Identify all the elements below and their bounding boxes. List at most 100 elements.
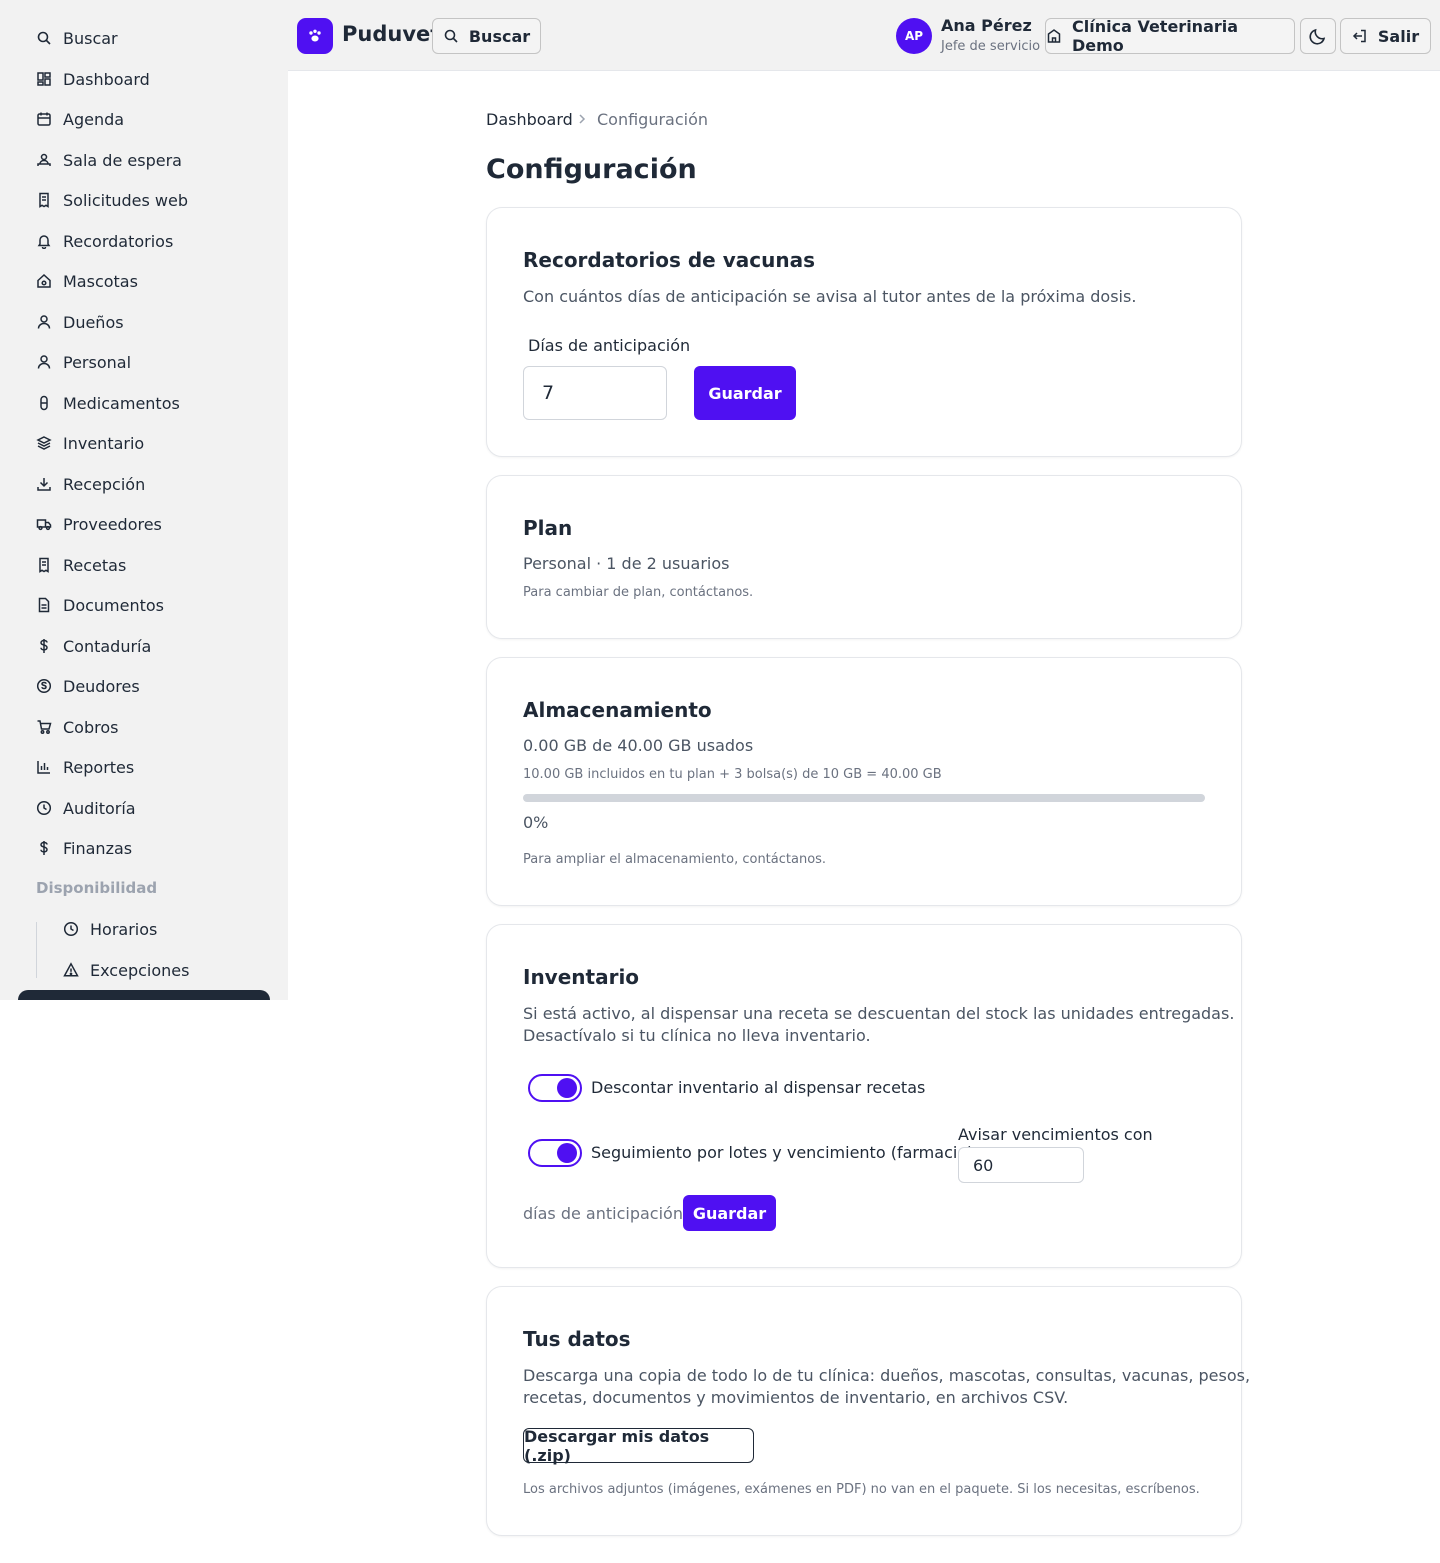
calendar-icon bbox=[37, 112, 51, 126]
sidebar-item-finanzas[interactable]: Finanzas bbox=[36, 834, 132, 862]
dashboard-icon bbox=[37, 72, 51, 86]
sidebar-item-dashboard[interactable]: Dashboard bbox=[36, 65, 150, 93]
sidebar-item-label: Reportes bbox=[63, 757, 135, 777]
sidebar-item-horarios[interactable]: Horarios bbox=[63, 915, 157, 943]
expiry-days-input[interactable]: 60 bbox=[958, 1147, 1084, 1183]
sidebar-item-label: Solicitudes web bbox=[63, 190, 188, 210]
clinic-name: Clínica Veterinaria Demo bbox=[1072, 17, 1239, 55]
sidebar-item-contaduria[interactable]: Contaduría bbox=[36, 632, 151, 660]
document-icon bbox=[38, 597, 50, 613]
storage-card: Almacenamiento 0.00 GB de 40.00 GB usado… bbox=[486, 657, 1242, 906]
sidebar-item-buscar[interactable]: Buscar bbox=[36, 24, 118, 52]
sidebar: Buscar Dashboard Agenda Sala de espera S… bbox=[0, 0, 288, 1000]
sidebar-item-duenos[interactable]: Dueños bbox=[36, 308, 124, 336]
storage-note: Para ampliar el almacenamiento, contácta… bbox=[523, 852, 827, 867]
plan-summary: Personal · 1 de 2 usuarios bbox=[523, 554, 730, 573]
sidebar-item-label: Cobros bbox=[63, 717, 119, 737]
export-note: Los archivos adjuntos (imágenes, exámene… bbox=[523, 1482, 1200, 1497]
sidebar-item-label: Agenda bbox=[63, 109, 125, 129]
save-button[interactable]: Guardar bbox=[694, 366, 796, 420]
sidebar-item-label: Mascotas bbox=[63, 271, 138, 291]
paw-house-icon bbox=[37, 273, 51, 288]
sidebar-item-label: Recepción bbox=[63, 474, 146, 494]
toggle-discount-inventory[interactable] bbox=[528, 1074, 582, 1102]
sidebar-item-documentos[interactable]: Documentos bbox=[36, 591, 164, 619]
sidebar-item-label: Sala de espera bbox=[63, 150, 182, 170]
download-data-button[interactable]: Descargar mis datos (.zip) bbox=[523, 1427, 754, 1465]
storage-progress-bar bbox=[523, 794, 1205, 802]
user-icon bbox=[37, 355, 51, 369]
logout-button[interactable]: Salir bbox=[1340, 18, 1431, 54]
top-header: Puduvet Buscar AP Ana Pérez Jefe de serv… bbox=[288, 0, 1440, 71]
sidebar-item-reportes[interactable]: Reportes bbox=[36, 753, 134, 781]
truck-icon bbox=[36, 519, 52, 531]
bell-icon bbox=[37, 235, 51, 249]
sidebar-item-recepcion[interactable]: Recepción bbox=[36, 470, 145, 498]
sidebar-item-label: Personal bbox=[63, 352, 132, 372]
logout-icon bbox=[1352, 29, 1366, 43]
receipt-icon bbox=[39, 192, 49, 208]
sidebar-item-cobros[interactable]: Cobros bbox=[36, 713, 118, 741]
search-button[interactable]: Buscar bbox=[432, 18, 541, 54]
clock-icon bbox=[36, 800, 52, 816]
user-icon bbox=[37, 315, 51, 329]
submenu-divider bbox=[36, 922, 37, 978]
theme-toggle-button[interactable] bbox=[1300, 18, 1336, 54]
sidebar-item-agenda[interactable]: Agenda bbox=[36, 105, 124, 133]
sidebar-item-label: Finanzas bbox=[63, 838, 133, 858]
sidebar-item-label: Excepciones bbox=[90, 960, 190, 980]
inventory-description-line2: Desactívalo si tu clínica no lleva inven… bbox=[523, 1026, 871, 1045]
days-input[interactable]: 7 bbox=[523, 366, 667, 420]
sidebar-item-sala-de-espera[interactable]: Sala de espera bbox=[36, 146, 182, 174]
clinic-selector-button[interactable]: Clínica Veterinaria Demo bbox=[1045, 17, 1295, 55]
vaccine-reminders-card: Recordatorios de vacunas Con cuántos día… bbox=[486, 207, 1242, 457]
storage-percent: 0% bbox=[523, 813, 549, 832]
breadcrumb-home[interactable]: Dashboard bbox=[486, 110, 573, 129]
toggle-knob bbox=[557, 1078, 577, 1098]
sidebar-item-deudores[interactable]: Deudores bbox=[36, 672, 140, 700]
brand-name: Puduvet bbox=[342, 22, 441, 46]
inventory-save-button[interactable]: Guardar bbox=[683, 1195, 776, 1231]
sidebar-active-item[interactable] bbox=[18, 990, 270, 1000]
clock-icon bbox=[63, 921, 79, 937]
sidebar-item-auditoria[interactable]: Auditoría bbox=[36, 794, 136, 822]
brand-logo[interactable] bbox=[297, 18, 333, 54]
download-icon bbox=[37, 478, 51, 491]
avatar[interactable]: AP bbox=[896, 18, 932, 54]
search-icon bbox=[37, 31, 51, 45]
sidebar-item-inventario[interactable]: Inventario bbox=[36, 429, 144, 457]
user-name: Ana Pérez bbox=[941, 16, 1032, 35]
sidebar-item-excepciones[interactable]: Excepciones bbox=[63, 956, 189, 984]
storage-detail: 10.00 GB incluidos en tu plan + 3 bolsa(… bbox=[523, 767, 942, 782]
sidebar-item-label: Recordatorios bbox=[63, 231, 174, 251]
sidebar-item-solicitudes-web[interactable]: Solicitudes web bbox=[36, 186, 188, 214]
toggle-lot-tracking[interactable] bbox=[528, 1139, 582, 1167]
sidebar-item-mascotas[interactable]: Mascotas bbox=[36, 267, 138, 295]
building-icon bbox=[1047, 29, 1061, 43]
toggle-lot-tracking-label: Seguimiento por lotes y vencimiento (far… bbox=[591, 1143, 974, 1162]
export-description-line1: Descarga una copia de todo lo de tu clín… bbox=[523, 1366, 1251, 1385]
sidebar-section-disponibilidad: Disponibilidad bbox=[36, 879, 158, 897]
card-title: Recordatorios de vacunas bbox=[523, 248, 815, 272]
toggle-discount-label: Descontar inventario al dispensar receta… bbox=[591, 1078, 926, 1097]
paw-icon bbox=[309, 29, 321, 42]
moon-icon bbox=[1309, 28, 1326, 45]
dollar-icon bbox=[40, 639, 48, 653]
layers-icon bbox=[36, 436, 52, 450]
data-export-card: Tus datos Descarga una copia de todo lo … bbox=[486, 1286, 1250, 1536]
sidebar-item-medicamentos[interactable]: Medicamentos bbox=[36, 389, 180, 417]
coin-icon bbox=[36, 678, 52, 694]
sidebar-item-label: Deudores bbox=[63, 676, 140, 696]
sidebar-item-label: Recetas bbox=[63, 555, 127, 575]
expiry-suffix: días de anticipación bbox=[523, 1204, 683, 1223]
sidebar-item-label: Dueños bbox=[63, 312, 124, 332]
plan-card: Plan Personal · 1 de 2 usuarios Para cam… bbox=[486, 475, 1242, 639]
sidebar-item-label: Horarios bbox=[90, 919, 158, 939]
sidebar-item-personal[interactable]: Personal bbox=[36, 348, 131, 376]
sidebar-item-label: Dashboard bbox=[63, 69, 150, 89]
sidebar-item-recordatorios[interactable]: Recordatorios bbox=[36, 227, 173, 255]
expiry-field-label: Avisar vencimientos con bbox=[958, 1125, 1153, 1144]
sidebar-item-proveedores[interactable]: Proveedores bbox=[36, 510, 162, 538]
inventory-description-line1: Si está activo, al dispensar una receta … bbox=[523, 1004, 1235, 1023]
sidebar-item-recetas[interactable]: Recetas bbox=[36, 551, 126, 579]
